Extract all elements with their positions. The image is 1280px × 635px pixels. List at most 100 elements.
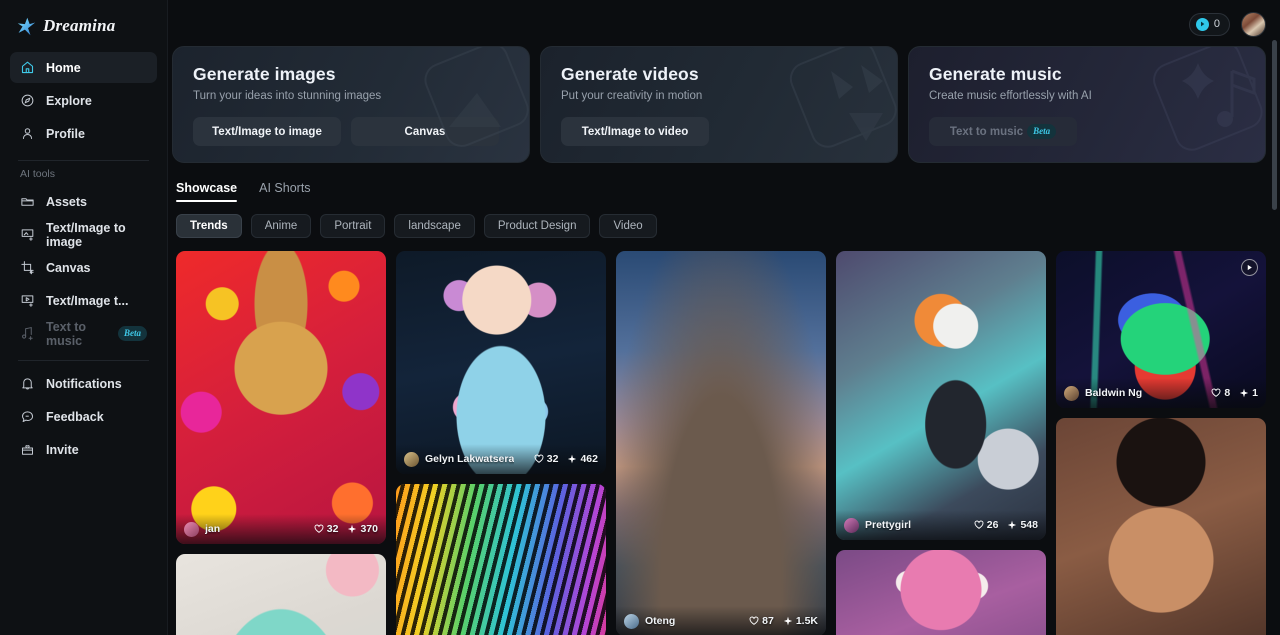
gallery-card[interactable]: Gelyn Lakwatsera 32 462 — [396, 251, 606, 474]
sidebar-item-label: Notifications — [46, 376, 122, 391]
sidebar-item-feedback[interactable]: Feedback — [10, 401, 157, 432]
author-name: Baldwin Ng — [1085, 387, 1143, 399]
like-count[interactable]: 8 — [1211, 387, 1230, 399]
chip-portrait[interactable]: Portrait — [320, 214, 386, 238]
gallery-card[interactable]: Baldwin Ng 8 1 — [1056, 251, 1266, 408]
heart-icon — [314, 524, 324, 534]
sidebar-item-profile[interactable]: Profile — [10, 118, 157, 149]
gallery-card[interactable] — [836, 550, 1046, 635]
play-icon[interactable] — [1241, 259, 1258, 276]
hero-card-generate-music[interactable]: Generate music Create music effortlessly… — [908, 46, 1266, 163]
tab-ai-shorts[interactable]: AI Shorts — [259, 181, 310, 202]
sidebar-item-label: Explore — [46, 93, 92, 108]
chip-label: Trends — [190, 220, 228, 232]
like-value: 26 — [986, 519, 999, 531]
gallery-card[interactable] — [1056, 418, 1266, 635]
author-name: Gelyn Lakwatsera — [425, 453, 515, 465]
use-count[interactable]: 548 — [1007, 519, 1038, 531]
gallery-card[interactable] — [176, 554, 386, 635]
brand-name: Dreamina — [43, 16, 116, 35]
spark-icon — [1007, 520, 1017, 530]
like-count[interactable]: 32 — [314, 523, 338, 535]
top-bar: 0 — [168, 0, 1280, 48]
tab-label: Showcase — [176, 181, 238, 195]
heart-icon — [534, 454, 544, 464]
chip-anime[interactable]: Anime — [250, 214, 312, 238]
sidebar-item-home[interactable]: Home — [10, 52, 157, 83]
card-stats: 81 — [1211, 387, 1258, 399]
hero-card-generate-videos[interactable]: Generate videos Put your creativity in m… — [540, 46, 898, 163]
sidebar-divider-bottom — [18, 360, 149, 361]
author-avatar[interactable] — [1064, 385, 1079, 401]
chip-product-design[interactable]: Product Design — [483, 214, 591, 238]
like-value: 87 — [762, 615, 774, 627]
sidebar-item-assets[interactable]: Assets — [10, 186, 157, 217]
gallery-card[interactable]: jan 32 370 — [176, 251, 386, 544]
sidebar-item-text-to-music[interactable]: Text to music Beta — [10, 318, 157, 349]
hero-button-label: Text/Image to video — [581, 125, 689, 138]
tab-label: AI Shorts — [259, 181, 311, 195]
sidebar-divider-top — [18, 160, 149, 161]
use-count[interactable]: 462 — [567, 453, 598, 465]
music-note-plus-icon — [20, 326, 35, 341]
gallery-card[interactable] — [396, 484, 606, 635]
grid-column: Oteng 87 1.5K — [616, 251, 826, 635]
grid-column: Gelyn Lakwatsera 32 462 — [396, 251, 606, 635]
card-overlay: Gelyn Lakwatsera 32 462 — [396, 444, 606, 474]
grid-column: Prettygirl 26 548 — [836, 251, 1046, 635]
chip-label: Anime — [264, 220, 298, 232]
video-plus-icon — [20, 293, 35, 308]
avatar[interactable] — [1241, 11, 1266, 37]
chip-video[interactable]: Video — [599, 214, 657, 238]
author-avatar[interactable] — [624, 613, 639, 629]
use-value: 548 — [1020, 519, 1038, 531]
sidebar-item-label: Profile — [46, 126, 85, 141]
brand-logo-area[interactable]: Dreamina — [10, 0, 157, 52]
hero-subtitle: Turn your ideas into stunning images — [193, 90, 382, 102]
folder-icon — [20, 194, 35, 209]
author-avatar[interactable] — [844, 517, 859, 533]
gallery-card[interactable]: Oteng 87 1.5K — [616, 251, 826, 635]
hero-button-canvas[interactable]: Canvas — [351, 117, 499, 146]
artwork-image — [176, 554, 386, 635]
chat-bubble-icon — [20, 409, 35, 424]
use-count[interactable]: 370 — [347, 523, 378, 535]
hero-button-text-image-to-video[interactable]: Text/Image to video — [561, 117, 709, 146]
use-value: 370 — [360, 523, 378, 535]
vertical-scrollbar[interactable] — [1272, 40, 1277, 210]
hero-button-text-image-to-image[interactable]: Text/Image to image — [193, 117, 341, 146]
author-name: Oteng — [645, 615, 676, 627]
like-count[interactable]: 26 — [974, 519, 999, 531]
hero-button-text-to-music[interactable]: Text to music Beta — [929, 117, 1077, 146]
main-content: 0 Generate images Turn your ideas into s… — [168, 0, 1280, 635]
grid-column: Baldwin Ng 8 1 — [1056, 251, 1266, 635]
like-count[interactable]: 87 — [749, 615, 774, 627]
chip-trends[interactable]: Trends — [176, 214, 242, 238]
like-count[interactable]: 32 — [534, 453, 558, 465]
spark-icon — [1239, 388, 1249, 398]
sidebar-item-label: Home — [46, 60, 81, 75]
author-name: jan — [205, 523, 221, 535]
credits-button[interactable]: 0 — [1188, 12, 1230, 36]
sidebar-item-canvas[interactable]: Canvas — [10, 252, 157, 283]
chip-landscape[interactable]: landscape — [394, 214, 475, 238]
artwork-image — [836, 251, 1046, 540]
tab-showcase[interactable]: Showcase — [176, 181, 238, 202]
card-stats: 32 370 — [314, 523, 378, 535]
use-count[interactable]: 1.5K — [783, 615, 818, 627]
gallery-card[interactable]: Prettygirl 26 548 — [836, 251, 1046, 540]
hero-card-generate-images[interactable]: Generate images Turn your ideas into stu… — [172, 46, 530, 163]
sidebar-item-text-image-to-video[interactable]: Text/Image t... — [10, 285, 157, 316]
sidebar-item-notifications[interactable]: Notifications — [10, 368, 157, 399]
grid-column: jan 32 370 — [176, 251, 386, 635]
sidebar-item-label: Text/Image t... — [46, 293, 129, 308]
home-icon — [20, 60, 35, 75]
card-overlay: jan 32 370 — [176, 514, 386, 544]
sidebar-item-text-image-to-image[interactable]: Text/Image to image — [10, 219, 157, 250]
sidebar-item-explore[interactable]: Explore — [10, 85, 157, 116]
author-avatar[interactable] — [184, 521, 199, 537]
author-avatar[interactable] — [404, 451, 419, 467]
sidebar-item-invite[interactable]: Invite — [10, 434, 157, 465]
sidebar-item-label: Text/Image to image — [46, 220, 126, 249]
use-count[interactable]: 1 — [1239, 387, 1258, 399]
